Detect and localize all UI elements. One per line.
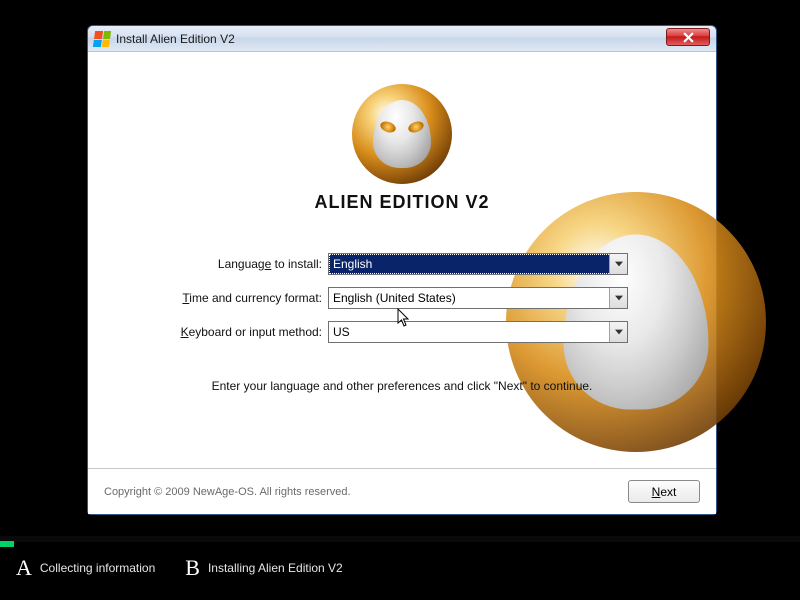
hero-title: ALIEN EDITION V2 [88, 192, 716, 213]
language-value: English [333, 257, 372, 271]
step-installing: B Installing Alien Edition V2 [185, 555, 342, 581]
keyboard-value: US [333, 325, 350, 339]
close-icon [683, 32, 694, 43]
language-label: Language to install: [118, 257, 328, 271]
currency-combobox[interactable]: English (United States) [328, 287, 628, 309]
copyright-text: Copyright © 2009 NewAge-OS. All rights r… [104, 486, 351, 498]
installer-window: Install Alien Edition V2 ALIEN EDITION V… [87, 25, 717, 515]
setup-form: Language to install: English Time and cu… [88, 253, 716, 393]
next-button[interactable]: Next [628, 480, 700, 503]
chevron-down-icon[interactable] [609, 254, 627, 274]
hero: ALIEN EDITION V2 [88, 52, 716, 213]
step-a-marker: A [16, 555, 32, 581]
desktop: Install Alien Edition V2 ALIEN EDITION V… [0, 0, 800, 600]
step-collecting: A Collecting information [16, 555, 155, 581]
step-a-label: Collecting information [40, 561, 155, 575]
step-b-marker: B [185, 555, 200, 581]
window-title: Install Alien Edition V2 [116, 32, 235, 46]
keyboard-combobox[interactable]: US [328, 321, 628, 343]
windows-logo-icon [93, 31, 111, 47]
alien-logo-icon [352, 84, 452, 184]
keyboard-label: Keyboard or input method: [118, 325, 328, 339]
titlebar[interactable]: Install Alien Edition V2 [88, 26, 716, 52]
window-content: ALIEN EDITION V2 Language to install: En… [88, 52, 716, 514]
language-combobox[interactable]: English [328, 253, 628, 275]
currency-value: English (United States) [333, 291, 456, 305]
instruction-text: Enter your language and other preference… [118, 379, 686, 393]
chevron-down-icon[interactable] [609, 322, 627, 342]
currency-row: Time and currency format: English (Unite… [118, 287, 686, 309]
chevron-down-icon[interactable] [609, 288, 627, 308]
step-b-label: Installing Alien Edition V2 [208, 561, 343, 575]
install-progress-bar [0, 536, 800, 542]
language-row: Language to install: English [118, 253, 686, 275]
keyboard-row: Keyboard or input method: US [118, 321, 686, 343]
step-bar: A Collecting information B Installing Al… [0, 552, 800, 584]
close-button[interactable] [666, 28, 710, 46]
currency-label: Time and currency format: [118, 291, 328, 305]
footer: Copyright © 2009 NewAge-OS. All rights r… [88, 468, 716, 514]
